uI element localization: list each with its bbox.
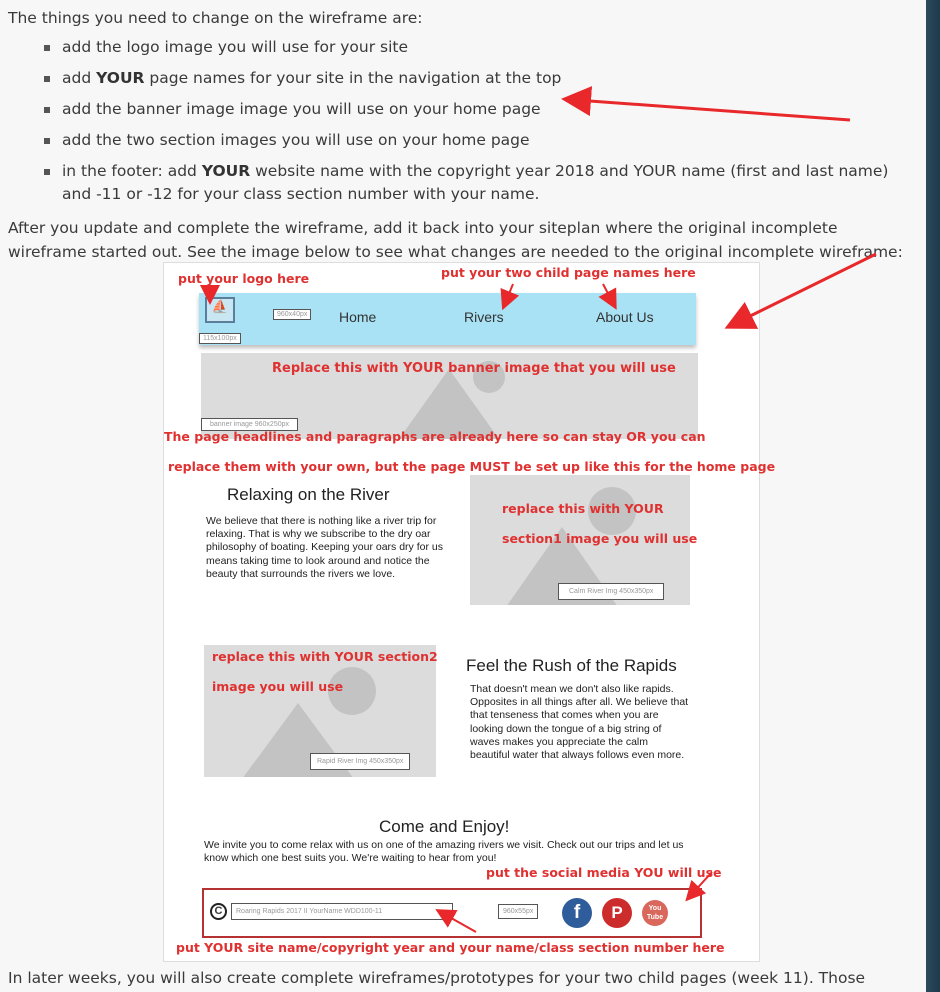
arrow-nav-line [724,252,877,329]
arrow-banner-line [561,86,851,122]
annotation-arrows [200,86,877,933]
arrow-social-line [685,871,713,902]
arrow-rivers-line [500,283,520,311]
arrow-about-line [598,283,617,310]
arrow-footer-line [435,909,477,933]
